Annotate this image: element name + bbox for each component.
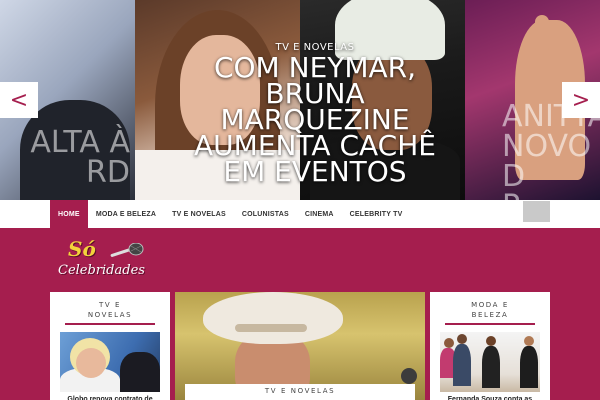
main-nav-bar: HOME MODA E BELEZA TV E NOVELAS COLUNIST… (0, 200, 600, 228)
nav-item-colunistas[interactable]: COLUNISTAS (234, 200, 297, 228)
card-thumbnail[interactable] (60, 332, 160, 392)
logo-text-so: Só (68, 237, 96, 261)
raised-hand-shape (535, 15, 549, 55)
microphone-shape (401, 368, 417, 384)
card-category-line: BELEZA (471, 311, 509, 319)
featured-article[interactable]: TV E NOVELAS (175, 292, 425, 400)
featured-category[interactable]: TV E NOVELAS (185, 387, 415, 395)
card-category-line: NOVELAS (87, 311, 133, 319)
card-category-line: TV E (98, 301, 122, 309)
thumb-head (524, 336, 534, 346)
site-logo[interactable]: Só Celebridades (58, 237, 153, 285)
card-thumbnail[interactable] (440, 332, 540, 392)
nav-item-tv-e-novelas[interactable]: TV E NOVELAS (164, 200, 234, 228)
thumb-body (120, 352, 160, 392)
microphone-icon (110, 243, 144, 257)
thumb-body (453, 344, 471, 386)
slide-previous-title: ALTA À RD (30, 125, 130, 190)
card-divider (65, 323, 155, 325)
thumb-head (486, 336, 496, 346)
thumb-face (76, 348, 106, 378)
slide-headline[interactable]: COM NEYMAR, BRUNA MARQUEZINE AUMENTA CAC… (190, 54, 440, 186)
thumb-head (457, 334, 467, 344)
card-category[interactable]: MODA E BELEZA (430, 300, 550, 320)
article-card-moda-beleza[interactable]: MODA E BELEZA Fernanda Souza conta as (430, 292, 550, 400)
nav-item-celebrity-tv[interactable]: CELEBRITY TV (342, 200, 411, 228)
featured-caption-box[interactable]: TV E NOVELAS (185, 384, 415, 400)
logo-text-celebridades: Celebridades (58, 263, 145, 278)
chevron-left-icon: < (9, 87, 29, 113)
search-button[interactable] (523, 201, 550, 222)
hat-band-shape (235, 324, 307, 332)
article-card-tv-novelas[interactable]: TV E NOVELAS Globo renova contrato de (50, 292, 170, 400)
nav-item-cinema[interactable]: CINEMA (297, 200, 342, 228)
slide-caption[interactable]: TV E NOVELAS COM NEYMAR, BRUNA MARQUEZIN… (190, 42, 440, 186)
thumb-head (444, 338, 454, 348)
hero-slider[interactable]: ALTA À RD ANITTA NOVO D P TV E NOVELAS C… (0, 0, 600, 200)
slider-next-button[interactable]: > (562, 82, 600, 118)
thumb-body (482, 346, 500, 388)
card-category-line: MODA E (471, 301, 509, 309)
card-headline[interactable]: Fernanda Souza conta as (430, 392, 550, 400)
card-divider (445, 323, 535, 325)
main-nav: HOME MODA E BELEZA TV E NOVELAS COLUNIST… (50, 200, 411, 228)
card-headline[interactable]: Globo renova contrato de (50, 392, 170, 400)
card-category[interactable]: TV E NOVELAS (50, 300, 170, 320)
thumb-body (520, 346, 538, 388)
nav-item-home[interactable]: HOME (50, 200, 88, 228)
nav-item-moda-e-beleza[interactable]: MODA E BELEZA (88, 200, 164, 228)
slider-prev-button[interactable]: < (0, 82, 38, 118)
cowboy-hat-shape (203, 292, 343, 344)
chevron-right-icon: > (571, 87, 591, 113)
